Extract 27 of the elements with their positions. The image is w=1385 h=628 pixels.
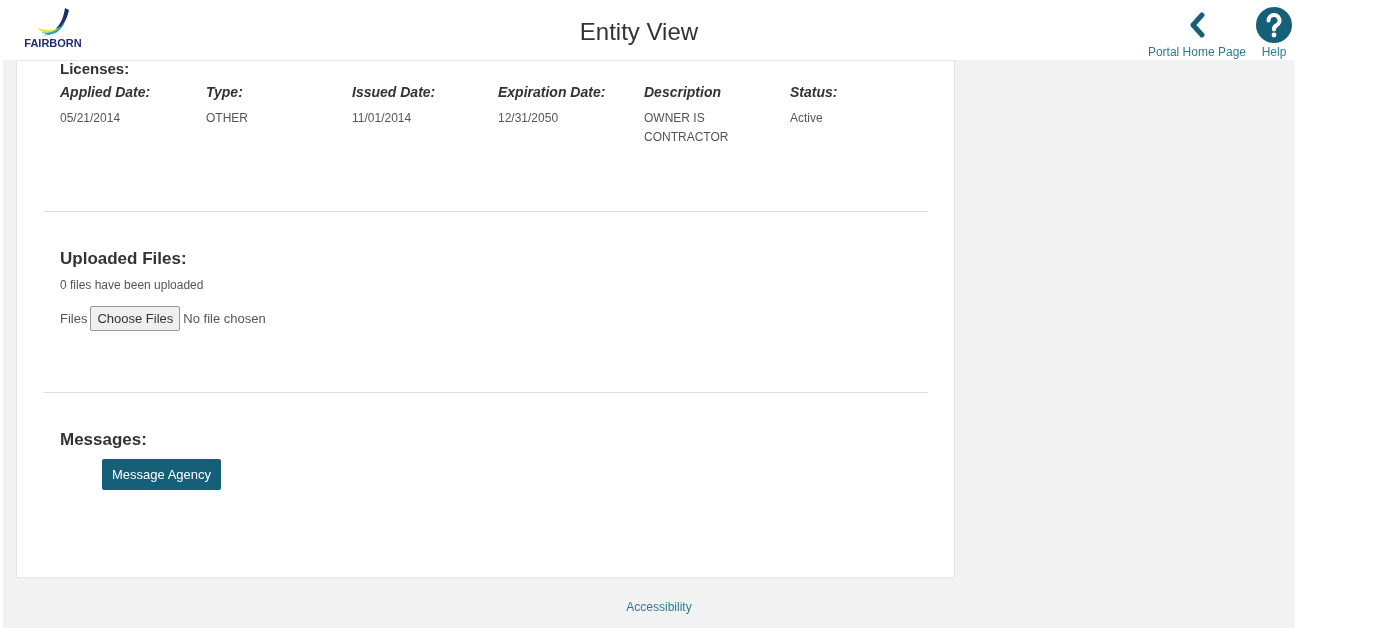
column-header: Status: [790, 83, 839, 102]
accessibility-link[interactable]: Accessibility [626, 598, 692, 616]
column-header: Type: [206, 83, 244, 102]
logo-icon [35, 8, 71, 38]
column-header: Description [644, 83, 722, 102]
column-header: Issued Date: [352, 83, 437, 102]
table-cell-text: Active [790, 110, 824, 127]
help-icon [1256, 7, 1292, 43]
column-header: Applied Date: [60, 83, 152, 102]
table-cell-text: 05/21/2014 [60, 110, 122, 127]
message-agency-button[interactable]: Message Agency [102, 458, 221, 490]
table-cell-text: 12/31/2050 [498, 110, 560, 127]
table-cell-text: 11/01/2014 [352, 110, 413, 127]
upload-count: 0 files have been uploaded [60, 276, 205, 294]
file-status: No file chosen [183, 309, 266, 328]
table-cell-text: OTHER [206, 110, 249, 127]
column-header: Expiration Date: [498, 83, 607, 102]
section-heading: Licenses: [59, 61, 131, 76]
help-link[interactable]: Help [1256, 7, 1292, 61]
choose-files-button[interactable]: Choose Files [90, 305, 181, 331]
section-heading: Messages: [60, 429, 148, 451]
files-label: Files [60, 309, 88, 328]
section-heading: Uploaded Files: [60, 248, 188, 270]
table-cell-text: OWNER IS CONTRACTOR [644, 110, 730, 146]
logo-text: FAIRBORN [24, 38, 82, 49]
page-title: Entity View [579, 17, 699, 47]
home-link[interactable]: Portal Home Page [1147, 7, 1246, 61]
